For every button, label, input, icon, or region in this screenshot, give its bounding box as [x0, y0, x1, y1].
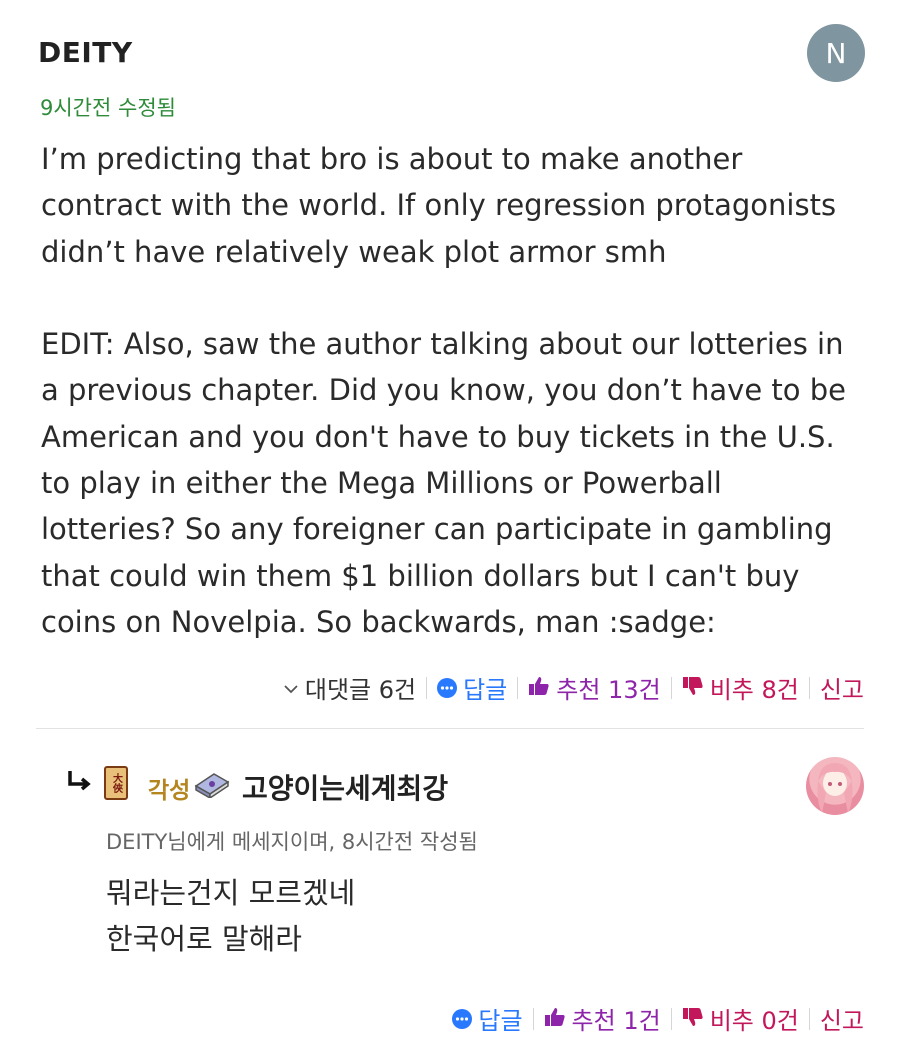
thumbs-down-icon [682, 674, 704, 702]
comment-divider [36, 728, 864, 729]
chat-bubble-icon [437, 677, 458, 698]
comment-timestamp: 9시간전 수정됨 [40, 96, 176, 120]
downvote-label: 비추 0건 [709, 1007, 799, 1035]
reply-button[interactable]: 답글 [427, 670, 517, 705]
upvote-label: 추천 13건 [556, 676, 661, 704]
thumbs-down-icon [682, 1005, 704, 1033]
downvote-button[interactable]: 비추 0건 [672, 1001, 809, 1036]
thumbs-up-icon [528, 674, 550, 702]
reply-button[interactable]: 답글 [442, 1001, 532, 1036]
chevron-down-icon [283, 676, 299, 700]
upvote-button[interactable]: 추천 1건 [534, 1001, 671, 1036]
reply-actions: 답글 추천 1건 비추 0건 신고 [442, 1001, 864, 1036]
chat-bubble-icon [452, 1008, 473, 1029]
reply-meta: DEITY님에게 메세지이며, 8시간전 작성됨 [106, 830, 478, 854]
anime-avatar-icon [817, 763, 853, 813]
reply-label: 답글 [478, 1007, 523, 1035]
comment-author[interactable]: DEITY [38, 36, 133, 69]
report-button[interactable]: 신고 [810, 1001, 864, 1036]
avatar[interactable]: N [807, 24, 865, 82]
replies-count-label: 대댓글 6건 [304, 676, 417, 704]
reply-body: 뭐라는건지 모르겠네 한국어로 말해라 [106, 876, 356, 956]
rank-badge-text: 大俠 [110, 773, 122, 793]
comment-body: I’m predicting that bro is about to make… [41, 142, 846, 639]
downvote-button[interactable]: 비추 8건 [672, 670, 809, 705]
replies-toggle-button[interactable]: 대댓글 6건 [273, 670, 426, 705]
avatar-letter: N [825, 36, 847, 70]
thumbs-up-icon [544, 1005, 566, 1033]
reply-arrow-icon [66, 770, 92, 796]
report-label: 신고 [819, 1007, 864, 1035]
downvote-label: 비추 8건 [709, 676, 799, 704]
report-label: 신고 [819, 676, 864, 704]
comment-actions: 대댓글 6건 답글 추천 13건 비추 8건 신고 [273, 670, 864, 705]
reply-author[interactable]: 고양이는세계최강 [242, 767, 448, 807]
book-icon [192, 770, 232, 802]
reply-label: 답글 [463, 676, 508, 704]
rank-badge-icon: 大俠 [104, 766, 128, 800]
avatar[interactable] [806, 757, 864, 815]
report-button[interactable]: 신고 [810, 670, 864, 705]
upvote-label: 추천 1건 [571, 1007, 661, 1035]
upvote-button[interactable]: 추천 13건 [518, 670, 670, 705]
rank-label: 각성 [148, 778, 191, 804]
